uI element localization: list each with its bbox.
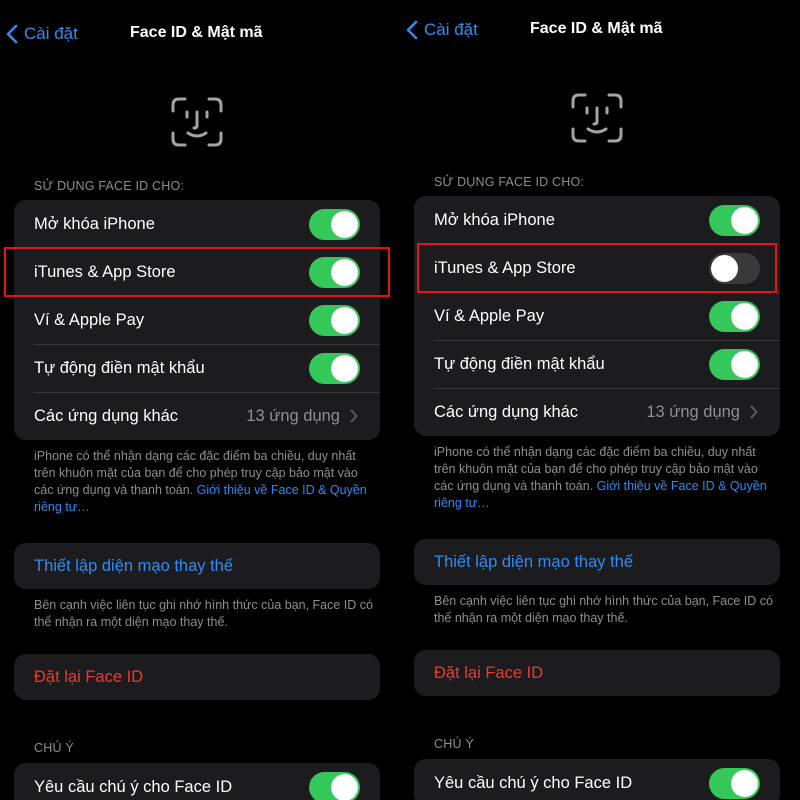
toggle-password-autofill[interactable] <box>709 349 760 380</box>
chevron-left-icon <box>406 20 418 40</box>
settings-screen-right: Cài đặt Face ID & Mật mã SỬ DỤNG FACE ID… <box>400 0 800 800</box>
chevron-left-icon <box>6 24 18 44</box>
row-wallet-apple-pay: Ví & Apple Pay <box>414 292 780 340</box>
row-itunes-app-store: iTunes & App Store <box>414 244 780 292</box>
toggle-require-attention[interactable] <box>709 768 760 799</box>
back-label: Cài đặt <box>424 20 478 39</box>
row-label: Tự động điền mật khẩu <box>34 358 205 377</box>
face-id-footer: iPhone có thể nhận dạng các đặc điểm ba … <box>34 448 374 516</box>
row-other-apps[interactable]: Các ứng dụng khác 13 ứng dụng <box>14 392 380 440</box>
row-label: Các ứng dụng khác <box>434 402 579 421</box>
section-header-face-id: SỬ DỤNG FACE ID CHO: <box>34 179 185 193</box>
row-wallet-apple-pay: Ví & Apple Pay <box>14 296 380 344</box>
toggle-password-autofill[interactable] <box>309 353 360 384</box>
toggle-itunes-app-store[interactable] <box>709 253 760 284</box>
row-label: Mở khóa iPhone <box>434 210 555 229</box>
reset-face-id-label: Đặt lại Face ID <box>434 663 544 682</box>
toggle-wallet-apple-pay[interactable] <box>709 301 760 332</box>
toggle-unlock-iphone[interactable] <box>309 209 360 240</box>
toggle-wallet-apple-pay[interactable] <box>309 305 360 336</box>
row-itunes-app-store: iTunes & App Store <box>14 248 380 296</box>
row-unlock-iphone: Mở khóa iPhone <box>14 200 380 248</box>
row-password-autofill: Tự động điền mật khẩu <box>414 340 780 388</box>
page-title: Face ID & Mật mã <box>130 24 263 41</box>
alt-appearance-button[interactable]: Thiết lập diện mạo thay thế <box>14 543 380 589</box>
row-label: Các ứng dụng khác <box>34 406 179 425</box>
other-apps-count: 13 ứng dụng <box>246 406 340 425</box>
reset-face-id-button[interactable]: Đặt lại Face ID <box>14 654 380 700</box>
toggle-require-attention[interactable] <box>309 772 360 800</box>
attention-group: Yêu cầu chú ý cho Face ID <box>14 763 380 800</box>
row-other-apps[interactable]: Các ứng dụng khác 13 ứng dụng <box>414 388 780 436</box>
face-id-icon <box>571 93 623 143</box>
chevron-right-icon <box>750 405 758 419</box>
settings-screen-left: Cài đặt Face ID & Mật mã SỬ DỤNG FACE ID… <box>0 0 400 800</box>
row-unlock-iphone: Mở khóa iPhone <box>414 196 780 244</box>
alt-appearance-button[interactable]: Thiết lập diện mạo thay thế <box>414 539 780 585</box>
row-require-attention: Yêu cầu chú ý cho Face ID <box>14 763 380 800</box>
attention-group: Yêu cầu chú ý cho Face ID <box>414 759 780 800</box>
reset-face-id-button[interactable]: Đặt lại Face ID <box>414 650 780 696</box>
back-button[interactable]: Cài đặt <box>6 22 78 46</box>
page-title: Face ID & Mật mã <box>530 20 663 37</box>
alt-appearance-label: Thiết lập diện mạo thay thế <box>34 556 234 575</box>
alt-appearance-footer: Bên cạnh việc liên tục ghi nhớ hình thức… <box>434 594 773 625</box>
toggle-itunes-app-store[interactable] <box>309 257 360 288</box>
row-label: Tự động điền mật khẩu <box>434 354 605 373</box>
back-button[interactable]: Cài đặt <box>406 18 478 42</box>
back-label: Cài đặt <box>24 24 78 43</box>
row-label: Ví & Apple Pay <box>34 310 145 329</box>
row-label: Ví & Apple Pay <box>434 306 545 325</box>
row-require-attention: Yêu cầu chú ý cho Face ID <box>414 759 780 800</box>
section-header-attention: CHÚ Ý <box>34 741 74 755</box>
toggle-unlock-iphone[interactable] <box>709 205 760 236</box>
row-password-autofill: Tự động điền mật khẩu <box>14 344 380 392</box>
reset-face-id-label: Đặt lại Face ID <box>34 667 144 686</box>
other-apps-count: 13 ứng dụng <box>646 402 740 421</box>
face-id-usage-group: Mở khóa iPhone iTunes & App Store Ví & A… <box>414 196 780 436</box>
section-header-face-id: SỬ DỤNG FACE ID CHO: <box>434 175 585 189</box>
section-header-attention: CHÚ Ý <box>434 737 474 751</box>
row-label: Mở khóa iPhone <box>34 214 155 233</box>
face-id-usage-group: Mở khóa iPhone iTunes & App Store Ví & A… <box>14 200 380 440</box>
face-id-icon <box>171 97 223 147</box>
alt-appearance-label: Thiết lập diện mạo thay thế <box>434 552 634 571</box>
row-label: iTunes & App Store <box>34 262 176 281</box>
row-label: Yêu cầu chú ý cho Face ID <box>34 777 233 796</box>
row-label: iTunes & App Store <box>434 258 576 277</box>
alt-appearance-footer: Bên cạnh việc liên tục ghi nhớ hình thức… <box>34 598 373 629</box>
face-id-footer: iPhone có thể nhận dạng các đặc điểm ba … <box>434 444 774 512</box>
chevron-right-icon <box>350 409 358 423</box>
row-label: Yêu cầu chú ý cho Face ID <box>434 773 633 792</box>
